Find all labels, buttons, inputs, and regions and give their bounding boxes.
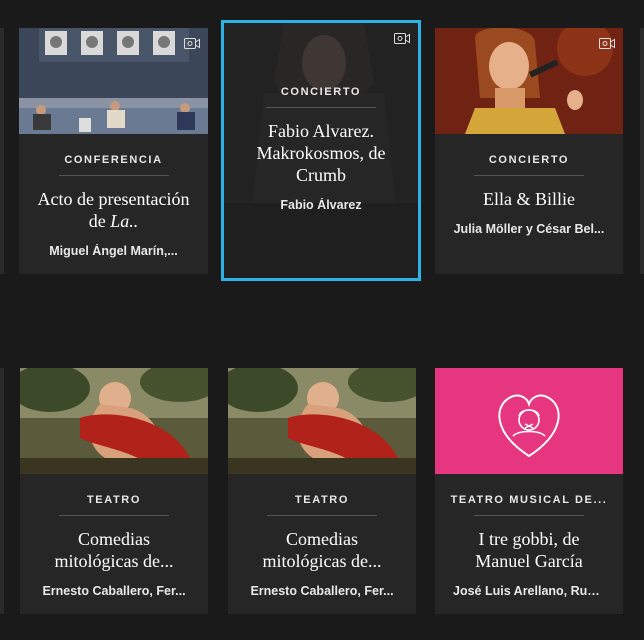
event-thumbnail — [19, 28, 208, 134]
adjacent-card-right-edge — [640, 28, 644, 274]
event-card[interactable]: CONCIERTO Ella & Billie Julia Möller y C… — [435, 28, 623, 274]
event-card[interactable]: CONFERENCIA Acto de presentación de La..… — [19, 28, 208, 274]
event-thumbnail — [435, 368, 623, 474]
event-author: Ernesto Caballero, Fer... — [42, 584, 186, 598]
adjacent-card-left-edge — [0, 368, 4, 614]
event-author: José Luis Arellano, Rub... — [453, 584, 606, 598]
divider — [474, 515, 584, 516]
event-title: I tre gobbi, de Manuel García — [475, 529, 583, 571]
divider — [58, 175, 169, 176]
event-author: Miguel Ángel Marín,... — [49, 244, 178, 258]
event-category: CONFERENCIA — [64, 154, 163, 166]
event-title: Comedias mitológicas de... — [262, 529, 382, 571]
event-title: Comedias mitológicas de... — [54, 529, 174, 571]
event-author: Fabio Álvarez — [280, 198, 362, 212]
event-thumbnail — [228, 368, 416, 474]
event-card[interactable]: TEATRO Comedias mitológicas de... Ernest… — [228, 368, 416, 614]
divider — [59, 515, 169, 516]
heart-logo-icon — [435, 368, 623, 474]
video-camera-icon — [599, 38, 615, 49]
event-author: Julia Möller y César Bel... — [453, 222, 605, 236]
event-card[interactable]: TEATRO MUSICAL DE... I tre gobbi, de Man… — [435, 368, 623, 614]
divider — [267, 515, 377, 516]
event-title: Acto de presentación de La.. — [37, 189, 190, 231]
video-camera-icon — [184, 38, 200, 49]
event-card[interactable]: TEATRO Comedias mitológicas de... Ernest… — [20, 368, 208, 614]
event-category: TEATRO MUSICAL DE... — [450, 494, 608, 506]
event-title: Fabio Alvarez. Makrokosmos, de Crumb — [256, 121, 386, 185]
event-category: TEATRO — [86, 494, 141, 506]
divider — [266, 107, 376, 108]
event-category: CONCIERTO — [488, 154, 570, 166]
event-category: TEATRO — [294, 494, 349, 506]
adjacent-card-left-edge — [0, 28, 4, 274]
divider — [474, 175, 584, 176]
event-title: Ella & Billie — [483, 189, 575, 209]
event-thumbnail — [20, 368, 208, 474]
event-author: Ernesto Caballero, Fer... — [250, 584, 394, 598]
event-card-selected[interactable]: CONCIERTO Fabio Alvarez. Makrokosmos, de… — [221, 20, 421, 281]
event-thumbnail — [435, 28, 623, 134]
event-category: CONCIERTO — [280, 86, 362, 98]
